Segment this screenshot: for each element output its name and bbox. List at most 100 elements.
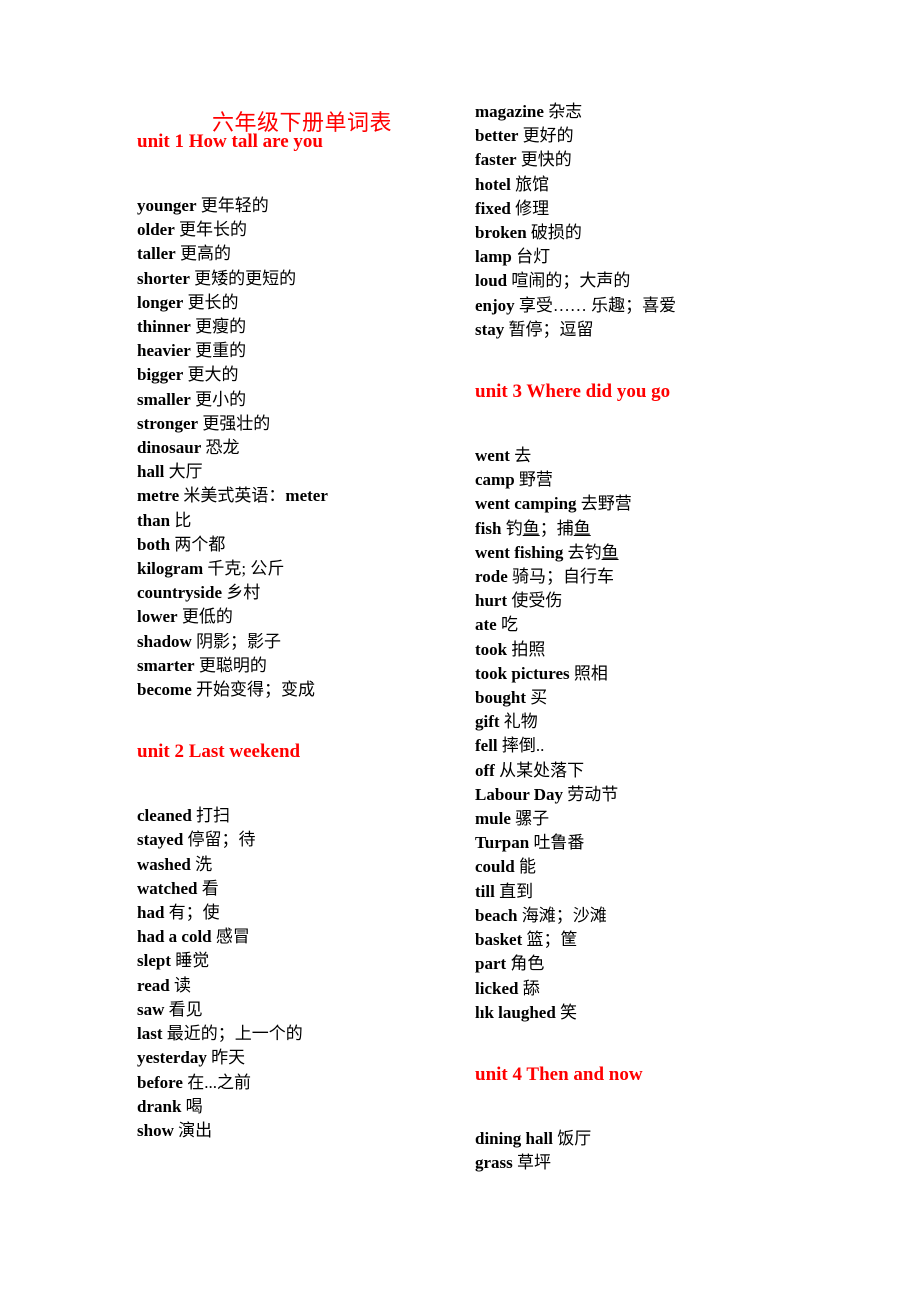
word-term: cleaned	[137, 806, 192, 826]
word-definition: 骑马；自行车	[512, 567, 614, 587]
word-definition: 更瘦的	[195, 317, 247, 337]
word-definition: 感冒	[215, 927, 250, 947]
word-term: lık laughed	[475, 1002, 556, 1022]
word-definition: 更大的	[187, 365, 239, 385]
word-term: dining hall	[475, 1128, 553, 1148]
word-entry: shorter 更矮的更短的	[137, 267, 487, 291]
word-entry: off 从某处落下	[475, 759, 825, 783]
word-entry: took 拍照	[475, 638, 825, 662]
word-definition: 阴影；影子	[196, 631, 282, 651]
column-right: magazine 杂志 better 更好的 faster 更快的 hotel 旅馆 f…	[475, 100, 825, 1175]
word-definition: 更聪明的	[198, 655, 267, 675]
word-entry: had a cold 感冒	[137, 925, 487, 949]
word-term: fixed	[475, 198, 511, 218]
word-term: rode	[475, 567, 508, 587]
word-term: gift	[475, 712, 500, 732]
word-term: taller	[137, 244, 176, 264]
word-definition: 两个都	[174, 534, 226, 554]
heading-spacer	[475, 404, 825, 444]
word-definition: 更年长的	[179, 220, 248, 240]
word-term: read	[137, 975, 170, 995]
word-entry: fixed 修理	[475, 197, 825, 221]
word-entry: stayed 停留；待	[137, 828, 487, 852]
word-term: loud	[475, 271, 508, 291]
word-definition: 角色	[510, 954, 545, 974]
word-entry: drank 喝	[137, 1095, 487, 1119]
word-entry: kilogram 千克; 公斤	[137, 557, 487, 581]
word-term: than	[137, 510, 171, 530]
word-definition: 摔倒..	[501, 736, 545, 756]
word-definition: 舔	[522, 978, 540, 998]
word-term: longer	[137, 292, 184, 312]
word-entry: taller 更高的	[137, 242, 487, 266]
word-term: show	[137, 1120, 174, 1140]
word-entry: watched 看	[137, 877, 487, 901]
word-definition: 草坪	[517, 1153, 552, 1173]
word-entry: longer 更长的	[137, 291, 487, 315]
word-entry: older 更年长的	[137, 218, 487, 242]
word-definition: 骡子	[515, 809, 550, 829]
word-term: lower	[137, 607, 178, 627]
word-term: mule	[475, 809, 511, 829]
word-term: enjoy	[475, 295, 515, 315]
word-term: slept	[137, 951, 171, 971]
word-term: stronger	[137, 413, 199, 433]
word-term: stayed	[137, 830, 184, 850]
unit-heading: unit 4 Then and now	[475, 1063, 643, 1085]
word-entry: heavier 更重的	[137, 339, 487, 363]
word-definition: 洗	[195, 854, 213, 874]
word-term: heavier	[137, 341, 191, 361]
word-definition: 更低的	[181, 607, 233, 627]
word-term: took pictures	[475, 663, 570, 683]
word-term: saw	[137, 999, 165, 1019]
word-term: Labour Day	[475, 784, 564, 804]
word-entry: ate 吃	[475, 613, 825, 637]
word-entry: smaller 更小的	[137, 388, 487, 412]
word-definition: 杂志	[548, 102, 583, 121]
word-entry: had 有；使	[137, 901, 487, 925]
word-list: cleaned 打扫 stayed 停留；待 washed 洗 watched 看 ha…	[137, 804, 487, 1143]
word-entry: lık laughed 笑	[475, 1001, 825, 1025]
word-definition: 海滩；沙滩	[521, 905, 607, 925]
word-entry: took pictures 照相	[475, 662, 825, 686]
unit-heading: unit 2 Last weekend	[137, 741, 301, 763]
word-definition: 停留；待	[187, 830, 256, 850]
word-entry: hall 大厅	[137, 460, 487, 484]
word-entry: yesterday 昨天	[137, 1046, 487, 1070]
word-entry: slept 睡觉	[137, 949, 487, 973]
word-definition: 昨天	[211, 1048, 246, 1068]
document-page: 六年级下册单词表 unit 1 How tall are you younger …	[0, 0, 920, 1302]
unit-heading: unit 1 How tall are you	[137, 131, 323, 152]
word-term: basket	[475, 930, 523, 950]
word-entry: both 两个都	[137, 533, 487, 557]
word-term: fish	[475, 518, 502, 538]
word-definition: 使受伤	[511, 591, 563, 611]
word-definition: 更重的	[195, 341, 247, 361]
word-entry: stay 暂停；逗留	[475, 318, 825, 342]
word-term: magazine	[475, 102, 544, 121]
word-entry: become 开始变得；变成	[137, 678, 487, 702]
word-entry: last 最近的；上一个的	[137, 1022, 487, 1046]
word-definition: 野营	[518, 470, 553, 490]
word-term: bigger	[137, 365, 184, 385]
word-definition: 乡村	[226, 583, 261, 603]
word-definition: 米美式英语：	[183, 486, 286, 506]
word-definition: 开始变得；变成	[196, 680, 316, 700]
word-entry: gift 礼物	[475, 710, 825, 734]
word-entry: dining hall 饭厅	[475, 1127, 825, 1151]
word-term: both	[137, 534, 171, 554]
word-definition: 最近的；上一个的	[166, 1024, 303, 1044]
word-term: washed	[137, 854, 191, 874]
word-entry: countryside 乡村	[137, 581, 487, 605]
word-term: went camping	[475, 494, 577, 514]
word-entry: grass 草坪	[475, 1151, 825, 1175]
word-definition: 更年轻的	[200, 196, 269, 215]
word-entry: mule 骡子	[475, 807, 825, 831]
word-entry: camp 野营	[475, 468, 825, 492]
word-entry: hotel 旅馆	[475, 173, 825, 197]
word-term: watched	[137, 878, 198, 898]
word-term: ate	[475, 615, 497, 635]
word-entry: lamp 台灯	[475, 245, 825, 269]
